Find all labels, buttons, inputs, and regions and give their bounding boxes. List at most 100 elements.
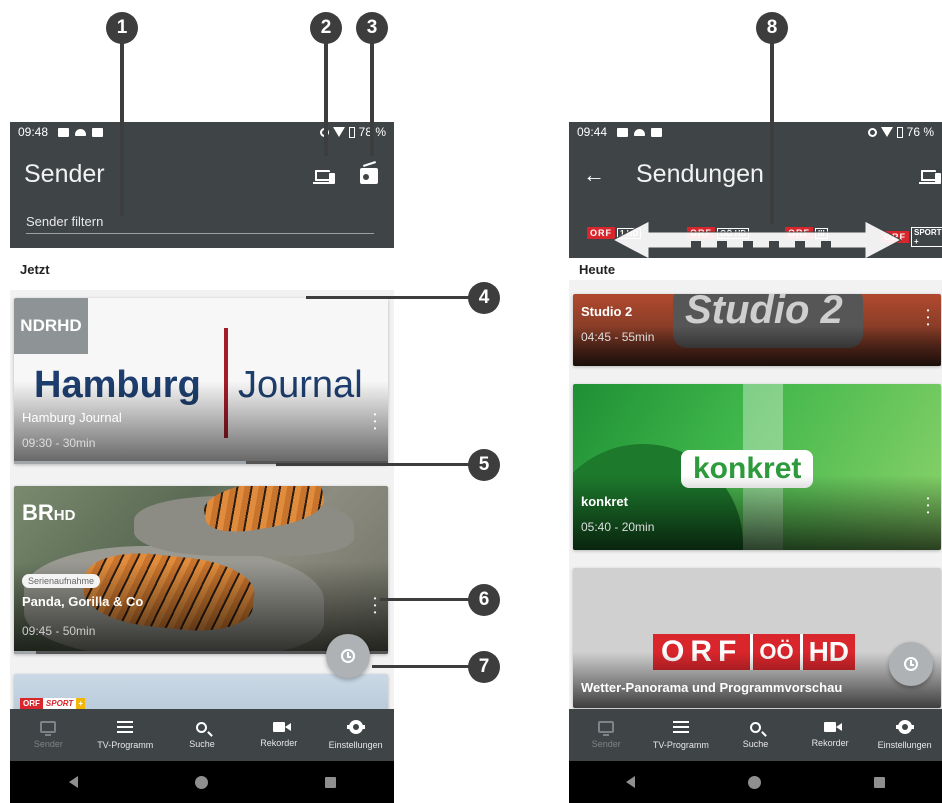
nav-item-tv-programm[interactable]: TV-Programm <box>644 709 719 761</box>
program-card[interactable]: konkret konkret 05:40 - 20min <box>573 384 941 550</box>
program-card[interactable]: BRHD Serienaufnahme Panda, Gorilla & Co … <box>14 486 388 654</box>
callout-badge-2: 2 <box>310 12 342 44</box>
phone-screen-sendungen: 09:44 76 % ← Sendungen ORF1 HD ORFOÖ HD <box>569 122 942 803</box>
system-navigation-bar <box>569 761 942 803</box>
more-options-icon[interactable] <box>372 410 378 431</box>
channel-logo: BRHD <box>22 500 76 525</box>
status-time: 09:44 <box>577 125 608 139</box>
nav-item-sender[interactable]: Sender <box>569 709 644 761</box>
status-bar: 09:44 76 % <box>569 122 942 142</box>
program-title: Studio 2 <box>581 304 633 319</box>
gallery-icon <box>58 127 70 137</box>
callout-leader-5 <box>276 463 470 466</box>
battery-percent: 76 % <box>906 125 934 139</box>
more-options-icon[interactable] <box>372 594 378 615</box>
callout-leader-3 <box>370 40 374 156</box>
search-icon <box>196 721 208 733</box>
program-title: Hamburg Journal <box>22 410 122 425</box>
program-card[interactable]: ORF OÖ HD Wetter-Panorama und Programmvo… <box>573 568 941 708</box>
recent-apps-icon[interactable] <box>324 776 336 788</box>
callout-leader-4 <box>306 296 470 299</box>
cast-icon[interactable] <box>919 170 941 184</box>
channel-filter-input[interactable] <box>26 214 374 234</box>
clock-icon <box>341 649 355 663</box>
timeline-fab-button[interactable] <box>889 642 933 686</box>
back-icon[interactable] <box>625 776 635 788</box>
annotated-screenshot: 09:48 78 % Sender Jetzt NDRHD <box>0 0 942 803</box>
camera-icon <box>824 722 843 732</box>
bottom-navigation: Sender TV-Programm Suche Rekorder Einste… <box>569 709 942 761</box>
system-navigation-bar <box>10 761 394 803</box>
more-options-icon[interactable] <box>925 494 931 515</box>
series-recording-badge: Serienaufnahme <box>22 574 101 588</box>
wifi-icon <box>880 127 893 137</box>
status-system-icons: 78 % <box>319 125 386 139</box>
status-bar: 09:48 78 % <box>10 122 394 142</box>
nav-item-einstellungen[interactable]: Einstellungen <box>317 709 394 761</box>
program-card[interactable]: NDRHD Hamburg Journal Hamburg Journal 09… <box>14 298 388 464</box>
nav-item-suche[interactable]: Suche <box>718 709 793 761</box>
sync-icon <box>867 127 877 137</box>
nav-item-tv-programm[interactable]: TV-Programm <box>87 709 164 761</box>
callout-leader-7 <box>372 665 470 668</box>
camera-icon <box>272 722 291 732</box>
program-title: konkret <box>581 494 628 509</box>
nav-item-suche[interactable]: Suche <box>164 709 241 761</box>
app-bar: ← Sendungen ORF1 HD ORFOÖ HD ORFIII ORFS… <box>569 142 942 264</box>
nav-item-rekorder[interactable]: Rekorder <box>793 709 868 761</box>
cast-icon[interactable] <box>313 170 335 184</box>
list-icon <box>672 720 689 734</box>
status-notification-icons <box>58 127 104 137</box>
battery-icon <box>348 126 355 138</box>
section-label-today: Heute <box>569 258 942 280</box>
recent-apps-icon[interactable] <box>874 776 886 788</box>
radio-icon[interactable] <box>360 168 378 184</box>
cloud-icon <box>634 128 646 136</box>
callout-badge-5: 5 <box>468 449 500 481</box>
page-title: Sendungen <box>636 160 764 188</box>
program-title: Panda, Gorilla & Co <box>22 594 144 609</box>
callout-badge-6: 6 <box>468 584 500 616</box>
status-system-icons: 76 % <box>867 125 934 139</box>
swipe-arrow-icon <box>613 221 901 259</box>
status-notification-icons <box>617 127 663 137</box>
gallery-icon <box>617 127 629 137</box>
home-icon[interactable] <box>194 775 208 789</box>
list-icon <box>117 720 134 734</box>
more-options-icon[interactable] <box>925 306 931 327</box>
gear-icon <box>895 720 914 734</box>
tv-icon <box>40 721 57 736</box>
callout-badge-7: 7 <box>468 651 500 683</box>
nav-item-sender[interactable]: Sender <box>10 709 87 761</box>
back-arrow-icon[interactable]: ← <box>583 162 605 188</box>
callout-badge-1: 1 <box>106 12 138 44</box>
program-time: 05:40 - 20min <box>581 520 655 534</box>
channel-logo: ORF SPORT + <box>20 698 85 709</box>
nav-item-rekorder[interactable]: Rekorder <box>240 709 317 761</box>
screen-icon <box>92 127 104 137</box>
callout-leader-8 <box>770 40 774 224</box>
back-icon[interactable] <box>68 776 78 788</box>
program-time: 09:30 - 30min <box>22 436 96 450</box>
app-bar: Sender <box>10 142 394 260</box>
channel-swipe-strip[interactable]: ORF1 HD ORFOÖ HD ORFIII ORFSPORT + <box>569 220 942 259</box>
home-icon[interactable] <box>747 775 761 789</box>
program-card[interactable]: Studio 2 Studio 2 04:45 - 55min <box>573 294 941 366</box>
callout-badge-4: 4 <box>468 282 500 314</box>
bottom-navigation: Sender TV-Programm Suche Rekorder Einste… <box>10 709 394 761</box>
timeline-fab-button[interactable] <box>326 634 370 678</box>
channel-logo: NDRHD <box>14 298 88 354</box>
clock-icon <box>904 657 918 671</box>
gear-icon <box>346 720 365 734</box>
battery-icon <box>896 126 903 138</box>
wifi-icon <box>332 127 345 137</box>
program-time: 04:45 - 55min <box>581 330 655 344</box>
program-title: Wetter-Panorama und Programmvorschau <box>581 680 843 695</box>
nav-item-einstellungen[interactable]: Einstellungen <box>867 709 942 761</box>
callout-leader-2 <box>324 40 328 156</box>
page-title: Sender <box>24 160 105 188</box>
cloud-icon <box>75 128 87 136</box>
status-time: 09:48 <box>18 125 49 139</box>
screen-icon <box>651 127 663 137</box>
section-label-now: Jetzt <box>10 248 394 290</box>
